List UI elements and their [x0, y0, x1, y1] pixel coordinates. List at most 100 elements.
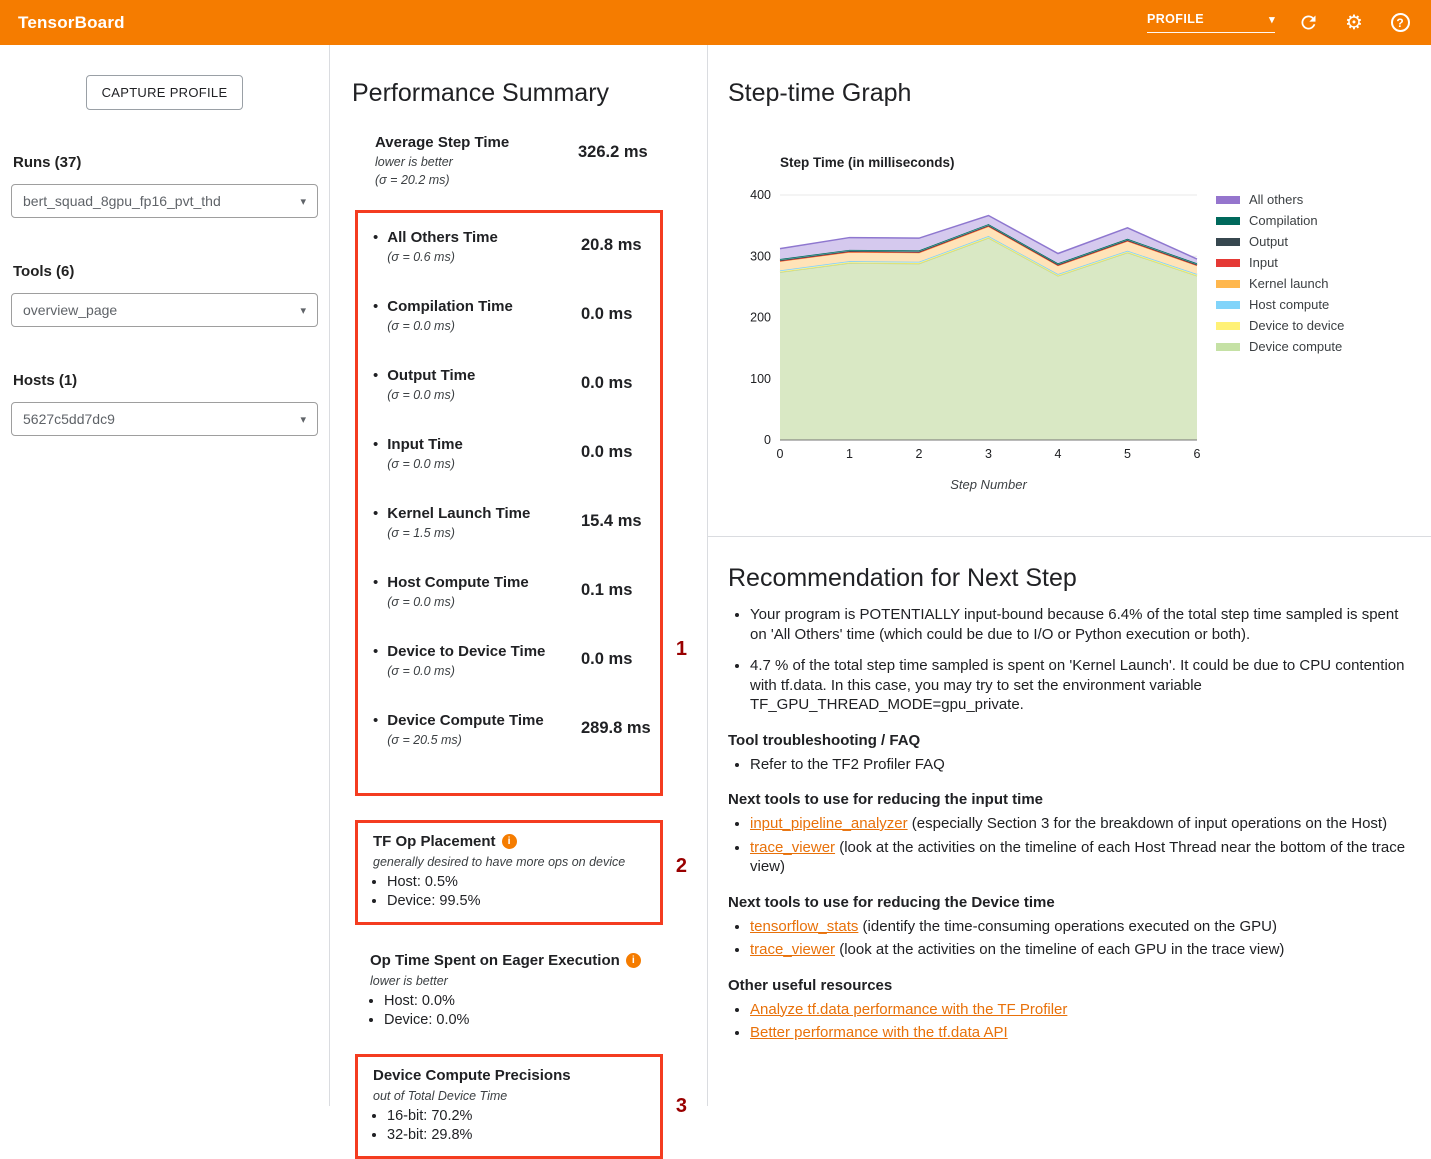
- svg-text:0: 0: [777, 447, 784, 461]
- metric-row: Output Time (σ = 0.0 ms) 0.0 ms: [373, 367, 660, 403]
- metric-sigma: (σ = 20.5 ms): [387, 732, 543, 748]
- list-item: 16-bit: 70.2%: [387, 1107, 650, 1126]
- metric-row: Device to Device Time (σ = 0.0 ms) 0.0 m…: [373, 643, 660, 679]
- metric-value: 15.4 ms: [581, 505, 642, 541]
- recommendation-title: Recommendation for Next Step: [728, 563, 1407, 593]
- metric-title: Host Compute Time: [387, 574, 528, 592]
- annotation-box-1: All Others Time (σ = 0.6 ms) 20.8 ms Com…: [355, 210, 663, 796]
- legend-swatch: [1216, 217, 1240, 225]
- annotation-label-2: 2: [676, 855, 687, 878]
- legend-item: Kernel launch: [1216, 277, 1344, 290]
- legend-swatch: [1216, 259, 1240, 267]
- section-list: input_pipeline_analyzer (especially Sect…: [728, 814, 1407, 877]
- metric-value: 289.8 ms: [581, 712, 651, 748]
- legend-item: All others: [1216, 193, 1344, 206]
- legend-swatch: [1216, 343, 1240, 351]
- runs-select-value: bert_squad_8gpu_fp16_pvt_thd: [23, 193, 221, 209]
- legend-item: Device compute: [1216, 340, 1344, 353]
- average-step-time-row: Average Step Time lower is better (σ = 2…: [375, 134, 707, 188]
- settings-gear-icon[interactable]: ⚙: [1341, 10, 1367, 36]
- legend-swatch: [1216, 238, 1240, 246]
- info-icon[interactable]: i: [502, 834, 517, 849]
- svg-text:6: 6: [1194, 447, 1201, 461]
- metric-sigma: (σ = 0.0 ms): [387, 594, 528, 610]
- section-list: tensorflow_stats (identify the time-cons…: [728, 917, 1407, 960]
- metric-value: 0.0 ms: [581, 436, 632, 472]
- refresh-icon[interactable]: [1295, 10, 1321, 36]
- metric-title: Kernel Launch Time: [387, 505, 530, 523]
- metric-sigma: (σ = 1.5 ms): [387, 525, 530, 541]
- legend-label: Output: [1249, 235, 1288, 248]
- metric-value: 0.0 ms: [581, 367, 632, 403]
- metric-row: Host Compute Time (σ = 0.0 ms) 0.1 ms: [373, 574, 660, 610]
- item-text: (look at the activities on the timeline …: [835, 941, 1284, 958]
- list-item: Device: 99.5%: [387, 892, 650, 911]
- legend-item: Host compute: [1216, 298, 1344, 311]
- metric-row: Input Time (σ = 0.0 ms) 0.0 ms: [373, 436, 660, 472]
- legend-swatch: [1216, 322, 1240, 330]
- item-text: (especially Section 3 for the breakdown …: [908, 815, 1387, 832]
- recommendation-bullet: 4.7 % of the total step time sampled is …: [750, 656, 1407, 715]
- resource-link[interactable]: Analyze tf.data performance with the TF …: [750, 1001, 1067, 1018]
- info-icon[interactable]: i: [626, 953, 641, 968]
- tools-field: Tools (6) overview_page ▾: [11, 263, 318, 327]
- list-item: trace_viewer (look at the activities on …: [750, 940, 1407, 960]
- svg-text:5: 5: [1124, 447, 1131, 461]
- svg-text:200: 200: [750, 311, 771, 325]
- topbar: TensorBoard PROFILE ▾ ⚙ ?: [0, 0, 1431, 45]
- step-time-chart: Step Time (in milliseconds)0100200300400…: [730, 145, 1431, 500]
- tool-link[interactable]: trace_viewer: [750, 941, 835, 958]
- list-item: 32-bit: 29.8%: [387, 1126, 650, 1145]
- metric-title: Input Time: [387, 436, 463, 454]
- metric-title: Device Compute Time: [387, 712, 543, 730]
- metric-row: Device Compute Time (σ = 20.5 ms) 289.8 …: [373, 712, 660, 748]
- sidebar: CAPTURE PROFILE Runs (37) bert_squad_8gp…: [0, 45, 330, 1106]
- list-item: Refer to the TF2 Profiler FAQ: [750, 755, 1407, 775]
- section-subtitle: lower is better: [370, 973, 678, 990]
- list-item: Better performance with the tf.data API: [750, 1023, 1407, 1043]
- tool-link[interactable]: tensorflow_stats: [750, 918, 858, 935]
- stacked-area-chart: Step Time (in milliseconds)0100200300400…: [730, 145, 1210, 500]
- metric-value: 326.2 ms: [578, 134, 648, 188]
- list-item: Host: 0.0%: [384, 992, 678, 1011]
- section-heading: Next tools to use for reducing the Devic…: [728, 893, 1407, 912]
- runs-field: Runs (37) bert_squad_8gpu_fp16_pvt_thd ▾: [11, 154, 318, 218]
- capture-profile-button[interactable]: CAPTURE PROFILE: [86, 75, 244, 110]
- list-item: input_pipeline_analyzer (especially Sect…: [750, 814, 1407, 834]
- svg-text:Step Time (in milliseconds): Step Time (in milliseconds): [780, 155, 955, 170]
- annotation-label-3: 3: [676, 1095, 687, 1118]
- runs-select[interactable]: bert_squad_8gpu_fp16_pvt_thd ▾: [11, 184, 318, 218]
- svg-text:4: 4: [1055, 447, 1062, 461]
- legend-label: Compilation: [1249, 214, 1318, 227]
- item-text: (look at the activities on the timeline …: [750, 839, 1405, 876]
- svg-text:300: 300: [750, 249, 771, 263]
- tools-label: Tools (6): [13, 263, 318, 280]
- section-title: TF Op Placement: [373, 832, 496, 851]
- chart-legend: All others Compilation Output Input: [1216, 193, 1344, 500]
- section-list: Host: 0.5% Device: 99.5%: [373, 873, 650, 911]
- metric-sigma: (σ = 0.0 ms): [387, 663, 545, 679]
- annotation-box-2: TF Op Placement i generally desired to h…: [355, 820, 663, 925]
- runs-label: Runs (37): [13, 154, 318, 171]
- svg-text:0: 0: [764, 433, 771, 447]
- topbar-actions: PROFILE ▾ ⚙ ?: [1147, 10, 1413, 36]
- svg-text:400: 400: [750, 188, 771, 202]
- legend-label: Kernel launch: [1249, 277, 1329, 290]
- help-icon[interactable]: ?: [1387, 10, 1413, 36]
- section-list: Host: 0.0% Device: 0.0%: [370, 992, 678, 1030]
- chevron-down-icon: ▾: [300, 195, 306, 208]
- annotation-label-1: 1: [676, 638, 687, 661]
- legend-swatch: [1216, 196, 1240, 204]
- step-time-graph-pane: Step-time Graph Step Time (in millisecon…: [708, 45, 1431, 537]
- legend-label: Device to device: [1249, 319, 1344, 332]
- tool-link[interactable]: trace_viewer: [750, 839, 835, 856]
- resource-link[interactable]: Better performance with the tf.data API: [750, 1024, 1008, 1041]
- legend-item: Output: [1216, 235, 1344, 248]
- dashboard-selector[interactable]: PROFILE ▾: [1147, 12, 1275, 33]
- section-list: Analyze tf.data performance with the TF …: [728, 1000, 1407, 1043]
- chevron-down-icon: ▾: [1269, 13, 1275, 26]
- hosts-select[interactable]: 5627c5dd7dc9 ▾: [11, 402, 318, 436]
- tool-link[interactable]: input_pipeline_analyzer: [750, 815, 908, 832]
- list-item: Device: 0.0%: [384, 1011, 678, 1030]
- tools-select[interactable]: overview_page ▾: [11, 293, 318, 327]
